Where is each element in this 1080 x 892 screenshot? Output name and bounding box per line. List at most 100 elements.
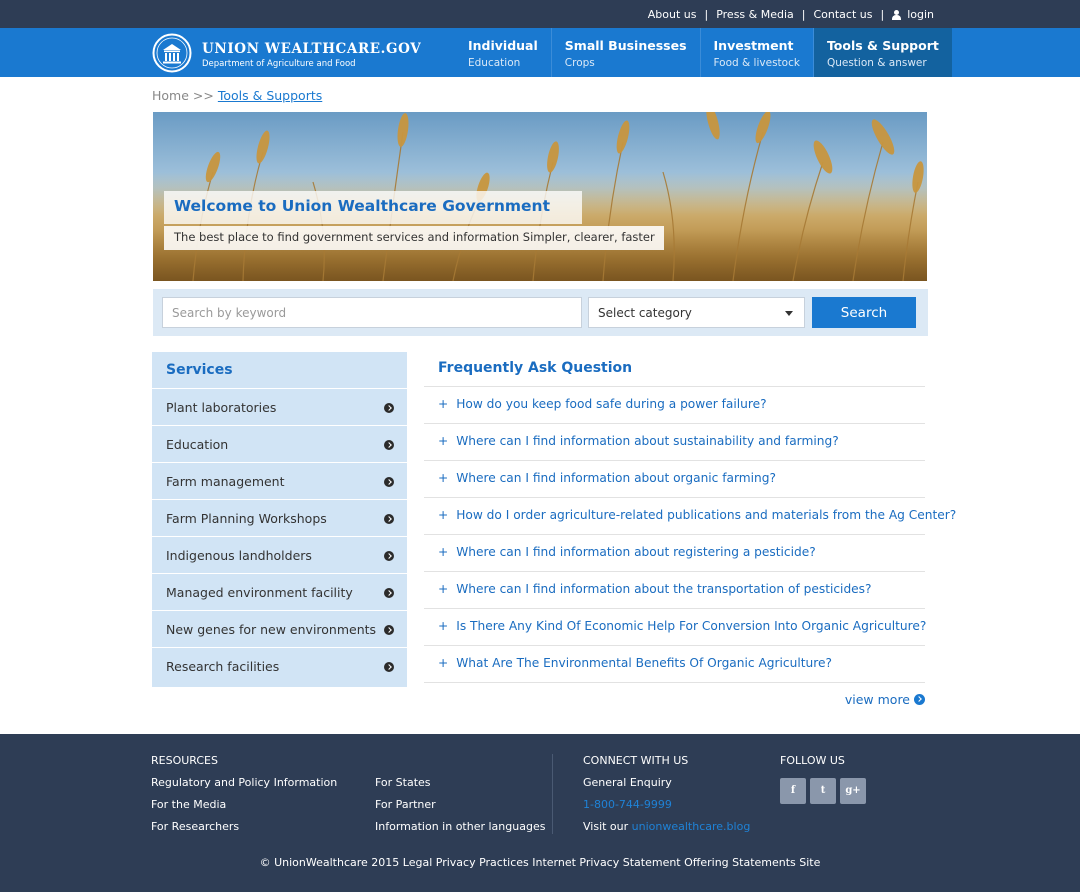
- faq-question: Where can I find information about the t…: [456, 582, 872, 596]
- twitter-icon[interactable]: t: [810, 778, 836, 804]
- service-item-farm-management[interactable]: Farm management: [152, 463, 407, 500]
- service-item-research-facilities[interactable]: Research facilities: [152, 648, 407, 687]
- faq-item[interactable]: + How do I order agriculture-related publ…: [424, 498, 956, 535]
- faq-item[interactable]: + What Are The Environmental Benefits Of …: [424, 646, 925, 683]
- about-us-link[interactable]: About us: [648, 8, 697, 21]
- social-buttons: f t g+: [780, 778, 866, 804]
- nav-subtitle: Food & livestock: [713, 57, 800, 69]
- service-item-label: Education: [166, 437, 229, 452]
- plus-icon: +: [438, 582, 449, 596]
- footer-resources-heading: RESOURCES: [151, 754, 218, 767]
- services-heading: Services: [152, 352, 407, 389]
- plus-icon: +: [438, 545, 449, 559]
- footer-follow-heading: FOLLOW US: [780, 754, 845, 767]
- user-icon: [892, 9, 902, 20]
- service-item-label: Indigenous landholders: [166, 548, 312, 563]
- breadcrumb-home[interactable]: Home: [152, 88, 189, 103]
- footer-link-regulatory[interactable]: Regulatory and Policy Information: [151, 772, 337, 794]
- footer-connect-heading: CONNECT WITH US: [583, 754, 689, 767]
- footer-link-media[interactable]: For the Media: [151, 794, 337, 816]
- site-name: UNION WEALTHCARE.GOV: [202, 41, 422, 57]
- service-item-education[interactable]: Education: [152, 426, 407, 463]
- nav-subtitle: Crops: [564, 57, 595, 69]
- chevron-right-circle-icon: [384, 477, 394, 487]
- chevron-right-circle-icon: [384, 440, 394, 450]
- service-item-label: Farm Planning Workshops: [166, 511, 327, 526]
- nav-item-small-businesses[interactable]: Small Businesses Crops: [552, 28, 701, 77]
- faq-item[interactable]: + Where can I find information about the …: [424, 572, 925, 609]
- nav-title: Individual: [468, 38, 538, 53]
- search-bar: Select category Search: [153, 289, 928, 336]
- visit-label: Visit our: [583, 820, 629, 833]
- brand-block[interactable]: UNION WEALTHCARE.GOV Department of Agric…: [202, 41, 421, 69]
- breadcrumb-current[interactable]: Tools & Supports: [218, 88, 322, 103]
- government-seal-logo[interactable]: [152, 31, 192, 75]
- footer-connect-col: CONNECT WITH US General Enquiry 1-800-74…: [583, 750, 750, 838]
- faq-item[interactable]: + How do you keep food safe during a powe…: [424, 387, 925, 424]
- service-item-label: New genes for new environments: [166, 622, 377, 637]
- department-name: Department of Agriculture and Food: [202, 59, 356, 69]
- faq-question: Where can I find information about susta…: [456, 434, 839, 448]
- plus-icon: +: [438, 397, 449, 411]
- nav-item-investment[interactable]: Investment Food & livestock: [701, 28, 814, 77]
- faq-question: Is There Any Kind Of Economic Help For C…: [456, 619, 927, 633]
- faq-question: How do I order agriculture-related publi…: [456, 508, 957, 522]
- faq-item[interactable]: + Where can I find information about sust…: [424, 424, 925, 461]
- nav-subtitle: Education: [468, 57, 521, 69]
- footer-link-researchers[interactable]: For Researchers: [151, 816, 337, 838]
- footer-resources-col2: For States For Partner Information in ot…: [375, 772, 545, 838]
- general-enquiry-label: General Enquiry: [583, 776, 672, 789]
- service-item-plant-laboratories[interactable]: Plant laboratories: [152, 389, 407, 426]
- service-item-new-genes[interactable]: New genes for new environments: [152, 611, 407, 648]
- hero-subtitle: The best place to find government servic…: [164, 226, 664, 250]
- service-item-label: Research facilities: [166, 659, 280, 674]
- service-item-farm-planning-workshops[interactable]: Farm Planning Workshops: [152, 500, 407, 537]
- chevron-right-circle-icon: [384, 403, 394, 413]
- search-input[interactable]: [162, 297, 582, 328]
- footer-follow-col: FOLLOW US f t g+: [780, 750, 866, 804]
- service-item-label: Managed environment facility: [166, 585, 353, 600]
- faq-item[interactable]: + Is There Any Kind Of Economic Help For …: [424, 609, 927, 646]
- phone-link[interactable]: 1-800-744-9999: [583, 794, 750, 816]
- hero-title: Welcome to Union Wealthcare Government: [164, 191, 582, 224]
- faq-item[interactable]: + Where can I find information about regi…: [424, 535, 925, 572]
- separator: |: [801, 8, 806, 21]
- plus-icon: +: [438, 434, 449, 448]
- chevron-right-circle-icon: [914, 694, 925, 705]
- nav-subtitle: Question & answer: [826, 57, 927, 69]
- breadcrumb-separator: >>: [192, 88, 214, 103]
- chevron-right-circle-icon: [384, 551, 394, 561]
- separator: |: [704, 8, 709, 21]
- separator: |: [880, 8, 885, 21]
- contact-us-link[interactable]: Contact us: [813, 8, 872, 21]
- login-link[interactable]: login: [907, 8, 934, 21]
- chevron-right-circle-icon: [384, 588, 394, 598]
- main-nav: Individual Education Small Businesses Cr…: [455, 28, 952, 77]
- nav-item-individual[interactable]: Individual Education: [455, 28, 552, 77]
- category-select[interactable]: Select category: [588, 297, 805, 328]
- category-select-value: Select category: [598, 306, 692, 320]
- footer-link-languages[interactable]: Information in other languages: [375, 816, 545, 838]
- view-more-label: view more: [844, 692, 910, 707]
- google-plus-icon[interactable]: g+: [840, 778, 866, 804]
- search-button[interactable]: Search: [812, 297, 916, 328]
- footer-divider: [552, 754, 553, 834]
- footer-link-partner[interactable]: For Partner: [375, 794, 545, 816]
- nav-item-tools-support[interactable]: Tools & Support Question & answer: [813, 28, 952, 77]
- facebook-icon[interactable]: f: [780, 778, 806, 804]
- service-item-managed-environment-facility[interactable]: Managed environment facility: [152, 574, 407, 611]
- blog-link[interactable]: unionwealthcare.blog: [632, 820, 751, 833]
- press-media-link[interactable]: Press & Media: [716, 8, 794, 21]
- faq-question: Where can I find information about organ…: [456, 471, 776, 485]
- view-more-link[interactable]: view more: [845, 692, 925, 707]
- services-sidebar: Services Plant laboratories Education Fa…: [152, 352, 407, 687]
- footer-link-states[interactable]: For States: [375, 772, 545, 794]
- service-item-indigenous-landholders[interactable]: Indigenous landholders: [152, 537, 407, 574]
- plus-icon: +: [438, 471, 449, 485]
- chevron-right-circle-icon: [384, 625, 394, 635]
- nav-title: Tools & Support: [826, 38, 939, 53]
- faq-item[interactable]: + Where can I find information about orga…: [424, 461, 925, 498]
- service-item-label: Farm management: [166, 474, 285, 489]
- faq-section: Frequently Ask Question + How do you keep…: [424, 352, 956, 707]
- chevron-down-icon: [785, 311, 793, 316]
